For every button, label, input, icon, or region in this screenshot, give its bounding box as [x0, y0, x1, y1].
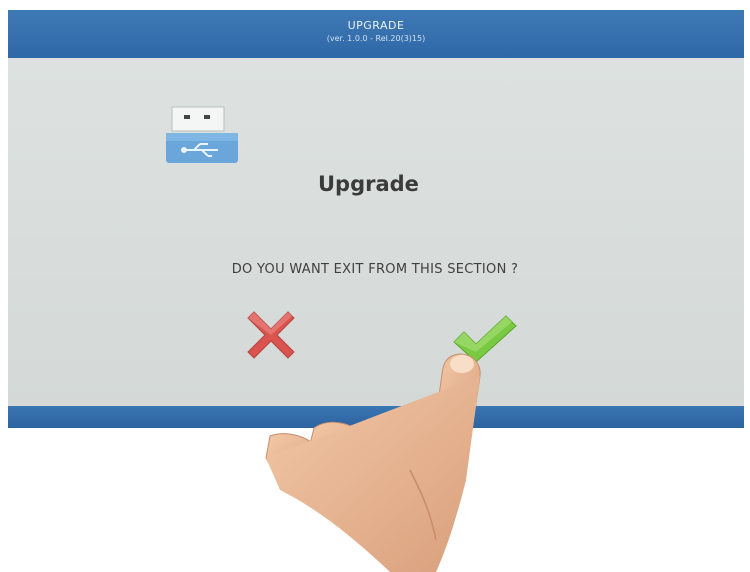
exit-question: DO YOU WANT EXIT FROM THIS SECTION ? [231, 262, 519, 277]
top-bar: UPGRADE (ver. 1.0.0 - Rel.20(3)15) [8, 10, 744, 58]
version-text: (ver. 1.0.0 - Rel.20(3)15) [326, 34, 426, 43]
dialog-heading: Upgrade [318, 172, 419, 196]
usb-drive-icon [166, 106, 238, 163]
pointing-hand [265, 353, 481, 572]
screen-title: UPGRADE [347, 19, 405, 32]
